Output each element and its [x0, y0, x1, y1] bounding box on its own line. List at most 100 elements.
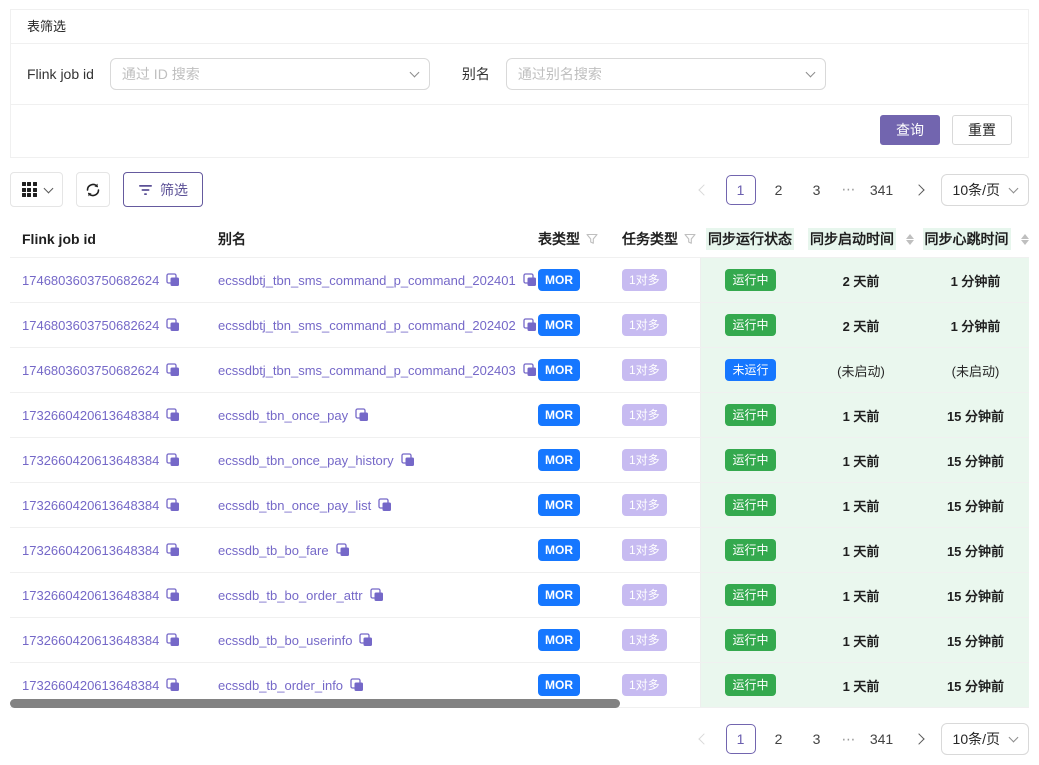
- filter-toggle-button[interactable]: 筛选: [123, 172, 203, 207]
- prev-page-button[interactable]: [690, 723, 718, 755]
- page-button-1[interactable]: 1: [726, 175, 756, 205]
- flink-job-id-link[interactable]: 1732660420613648384: [22, 543, 159, 558]
- task-type-filter-icon[interactable]: [684, 233, 696, 245]
- chevron-down-icon: [43, 183, 53, 193]
- refresh-button[interactable]: [76, 172, 110, 207]
- col-header-sync-start-time: 同步启动时间: [800, 228, 922, 250]
- alias-link[interactable]: ecssdb_tbn_once_pay_list: [218, 498, 371, 513]
- page-button-341[interactable]: 341: [867, 724, 897, 754]
- sync-heartbeat-time-value: (未启动): [952, 361, 1000, 380]
- alias-link[interactable]: ecssdb_tb_bo_fare: [218, 543, 329, 558]
- copy-icon[interactable]: [523, 318, 537, 332]
- page-size-select[interactable]: 10条/页: [941, 174, 1029, 206]
- column-settings-button[interactable]: [10, 172, 63, 207]
- reset-button[interactable]: 重置: [952, 115, 1012, 145]
- col-header-sync-status: 同步运行状态: [700, 228, 800, 250]
- next-page-button[interactable]: [905, 174, 933, 206]
- copy-icon[interactable]: [523, 363, 537, 377]
- sync-heartbeat-time-value: 15 分钟前: [947, 676, 1004, 695]
- alias-link[interactable]: ecssdb_tbn_once_pay: [218, 408, 348, 423]
- cell-alias: ecssdb_tb_bo_userinfo: [218, 633, 538, 648]
- sync-start-time-value: (未启动): [837, 361, 885, 380]
- chevron-down-icon: [1009, 183, 1019, 193]
- cell-sync-start-time: 1 天前: [800, 663, 922, 707]
- copy-icon[interactable]: [166, 318, 180, 332]
- prev-page-button[interactable]: [690, 174, 718, 206]
- copy-icon[interactable]: [166, 678, 180, 692]
- cell-task-type: 1对多: [622, 494, 700, 516]
- filter-toggle-label: 筛选: [160, 180, 188, 200]
- copy-icon[interactable]: [166, 588, 180, 602]
- table-row: 1746803603750682624 ecssdbtj_tbn_sms_com…: [10, 258, 1029, 303]
- next-page-button[interactable]: [905, 723, 933, 755]
- copy-icon[interactable]: [166, 408, 180, 422]
- chevron-down-icon: [409, 68, 419, 78]
- cell-table-type: MOR: [538, 314, 622, 336]
- flink-job-id-link[interactable]: 1732660420613648384: [22, 498, 159, 513]
- filter-fields-row: Flink job id 通过 ID 搜索 别名 通过别名搜索: [11, 44, 1028, 105]
- copy-icon[interactable]: [355, 408, 369, 422]
- flink-job-id-link[interactable]: 1732660420613648384: [22, 678, 159, 693]
- table-row: 1732660420613648384 ecssdb_tb_bo_order_a…: [10, 573, 1029, 618]
- page-button-2[interactable]: 2: [764, 724, 794, 754]
- page-button-3[interactable]: 3: [802, 175, 832, 205]
- jump-pages-ellipsis[interactable]: ⋯: [840, 731, 859, 748]
- start-time-sorter-icon[interactable]: [906, 234, 914, 245]
- flink-job-id-link[interactable]: 1746803603750682624: [22, 318, 159, 333]
- copy-icon[interactable]: [166, 543, 180, 557]
- cell-sync-heartbeat-time: 15 分钟前: [922, 438, 1029, 482]
- page-button-1[interactable]: 1: [726, 724, 756, 754]
- sync-status-badge: 运行中: [725, 404, 775, 426]
- cell-flink-job-id: 1732660420613648384: [10, 498, 218, 513]
- page-button-3[interactable]: 3: [802, 724, 832, 754]
- page-size-select[interactable]: 10条/页: [941, 723, 1029, 755]
- page-button-341[interactable]: 341: [867, 175, 897, 205]
- flink-job-id-select[interactable]: 通过 ID 搜索: [110, 58, 430, 90]
- copy-icon[interactable]: [378, 498, 392, 512]
- alias-link[interactable]: ecssdb_tbn_once_pay_history: [218, 453, 394, 468]
- flink-job-id-link[interactable]: 1732660420613648384: [22, 408, 159, 423]
- horizontal-scrollbar-thumb[interactable]: [10, 699, 620, 708]
- copy-icon[interactable]: [350, 678, 364, 692]
- task-type-badge: 1对多: [622, 494, 667, 516]
- cell-table-type: MOR: [538, 584, 622, 606]
- copy-icon[interactable]: [370, 588, 384, 602]
- flink-job-id-link[interactable]: 1732660420613648384: [22, 588, 159, 603]
- cell-flink-job-id: 1732660420613648384: [10, 543, 218, 558]
- copy-icon[interactable]: [166, 633, 180, 647]
- table-type-filter-icon[interactable]: [586, 233, 598, 245]
- sync-status-badge: 未运行: [725, 359, 775, 381]
- copy-icon[interactable]: [166, 453, 180, 467]
- copy-icon[interactable]: [336, 543, 350, 557]
- alias-link[interactable]: ecssdb_tb_order_info: [218, 678, 343, 693]
- flink-job-id-link[interactable]: 1732660420613648384: [22, 453, 159, 468]
- flink-job-id-link[interactable]: 1732660420613648384: [22, 633, 159, 648]
- alias-link[interactable]: ecssdbtj_tbn_sms_command_p_command_20240…: [218, 318, 516, 333]
- alias-link[interactable]: ecssdbtj_tbn_sms_command_p_command_20240…: [218, 273, 516, 288]
- cell-sync-heartbeat-time: 15 分钟前: [922, 528, 1029, 572]
- alias-link[interactable]: ecssdb_tb_bo_order_attr: [218, 588, 363, 603]
- copy-icon[interactable]: [166, 363, 180, 377]
- cell-sync-status: 运行中: [700, 438, 800, 482]
- copy-icon[interactable]: [359, 633, 373, 647]
- query-button[interactable]: 查询: [880, 115, 940, 145]
- page: 表筛选 Flink job id 通过 ID 搜索 别名 通过别名搜索 查询 重…: [0, 0, 1039, 765]
- page-button-2[interactable]: 2: [764, 175, 794, 205]
- copy-icon[interactable]: [166, 498, 180, 512]
- cell-sync-heartbeat-time: 15 分钟前: [922, 393, 1029, 437]
- alias-select[interactable]: 通过别名搜索: [506, 58, 826, 90]
- copy-icon[interactable]: [166, 273, 180, 287]
- flink-job-id-link[interactable]: 1746803603750682624: [22, 363, 159, 378]
- alias-link[interactable]: ecssdbtj_tbn_sms_command_p_command_20240…: [218, 363, 516, 378]
- copy-icon[interactable]: [401, 453, 415, 467]
- sync-start-time-value: 1 天前: [843, 676, 880, 695]
- jump-pages-ellipsis[interactable]: ⋯: [840, 181, 859, 198]
- flink-job-id-link[interactable]: 1746803603750682624: [22, 273, 159, 288]
- cell-task-type: 1对多: [622, 269, 700, 291]
- heartbeat-time-sorter-icon[interactable]: [1021, 234, 1029, 245]
- task-type-badge: 1对多: [622, 629, 667, 651]
- col-header-flink-job-id: Flink job id: [10, 231, 218, 247]
- copy-icon[interactable]: [523, 273, 537, 287]
- cell-sync-heartbeat-time: 15 分钟前: [922, 618, 1029, 662]
- alias-link[interactable]: ecssdb_tb_bo_userinfo: [218, 633, 352, 648]
